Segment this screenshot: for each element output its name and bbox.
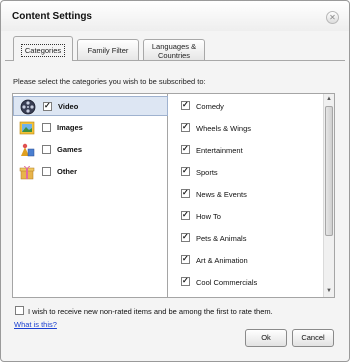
cancel-button[interactable]: Cancel — [292, 329, 334, 347]
subcategory-label: Pets & Animals — [196, 234, 247, 243]
subcategory-scrollbar[interactable]: ▲ ▼ — [323, 94, 334, 297]
scroll-up-arrow-icon[interactable]: ▲ — [324, 94, 334, 105]
category-checkbox-video[interactable] — [43, 101, 52, 111]
subcategory-label: Art & Animation — [196, 256, 248, 265]
subcategory-row[interactable]: Art & Animation — [169, 250, 324, 272]
optin-label: I wish to receive new non-rated items an… — [28, 307, 273, 316]
tab-languages-countries[interactable]: Languages & Countries — [143, 39, 205, 60]
dialog-title: Content Settings — [12, 11, 92, 22]
subcategory-checkbox[interactable] — [181, 144, 190, 154]
subcategory-checkbox[interactable] — [181, 210, 190, 220]
category-row-images[interactable]: Images — [13, 118, 168, 138]
tab-categories[interactable]: Categories — [13, 36, 73, 61]
subcategory-checkbox[interactable] — [181, 188, 190, 198]
optin-checkbox[interactable] — [15, 306, 24, 315]
category-checkbox-images[interactable] — [42, 123, 51, 132]
tab-family-filter[interactable]: Family Filter — [77, 39, 139, 60]
tab-languages-line2: Countries — [157, 51, 191, 60]
content-settings-dialog: Content Settings ✕ Categories Family Fil… — [0, 0, 350, 362]
subcategory-label: How To — [196, 212, 221, 221]
what-is-this-link[interactable]: What is this? — [14, 320, 57, 329]
subcategory-checkbox[interactable] — [181, 254, 190, 264]
subcategory-row[interactable]: News & Events — [169, 184, 324, 206]
subcategory-label: Wheels & Wings — [196, 124, 252, 133]
tab-categories-label: Categories — [20, 44, 66, 57]
subcategory-checkbox[interactable] — [181, 166, 190, 176]
tab-languages-line1: Languages & — [151, 42, 197, 51]
category-label-images: Images — [57, 123, 83, 132]
close-icon: ✕ — [329, 13, 336, 22]
subcategory-label: News & Events — [196, 190, 247, 199]
film-reel-icon — [20, 99, 36, 115]
subcategory-checkbox[interactable] — [181, 122, 190, 132]
subcategory-row[interactable]: How To — [169, 206, 324, 228]
category-list: Video Images Games — [13, 94, 168, 297]
subcategory-row[interactable]: Sports — [169, 162, 324, 184]
subcategory-label: Sports — [196, 168, 218, 177]
instructions-text: Please select the categories you wish to… — [13, 77, 206, 86]
game-pieces-icon — [21, 143, 35, 157]
category-checkbox-other[interactable] — [42, 167, 51, 176]
tab-family-filter-label: Family Filter — [87, 46, 129, 55]
category-label-other: Other — [57, 167, 78, 176]
category-checkbox-games[interactable] — [42, 145, 51, 154]
picture-icon — [19, 121, 35, 135]
subcategory-label: Cool Commercials — [196, 278, 258, 287]
close-button[interactable]: ✕ — [326, 11, 339, 24]
subcategory-list: Comedy Wheels & Wings Entertainment Spor… — [169, 94, 324, 297]
subcategory-row[interactable]: Cool Commercials — [169, 272, 324, 294]
subcategory-row[interactable]: Wheels & Wings — [169, 118, 324, 140]
category-label-video: Video — [58, 102, 79, 111]
title-bar: Content Settings ✕ — [1, 1, 349, 31]
scroll-down-arrow-icon[interactable]: ▼ — [324, 286, 334, 297]
ok-button[interactable]: Ok — [245, 329, 287, 347]
category-row-video[interactable]: Video — [13, 96, 168, 116]
category-lists: Video Images Games — [12, 93, 335, 298]
category-row-other[interactable]: Other — [13, 162, 168, 182]
scroll-thumb[interactable] — [325, 106, 333, 236]
subcategory-checkbox[interactable] — [181, 232, 190, 242]
category-row-games[interactable]: Games — [13, 140, 168, 160]
subcategory-label: Entertainment — [196, 146, 243, 155]
subcategory-checkbox[interactable] — [181, 276, 190, 286]
subcategory-row[interactable]: Entertainment — [169, 140, 324, 162]
gift-box-icon — [19, 165, 35, 180]
subcategory-label: Comedy — [196, 102, 224, 111]
subcategory-row[interactable]: Comedy — [169, 96, 324, 118]
subcategory-row[interactable]: Pets & Animals — [169, 228, 324, 250]
category-label-games: Games — [57, 145, 83, 154]
subcategory-checkbox[interactable] — [181, 100, 190, 110]
